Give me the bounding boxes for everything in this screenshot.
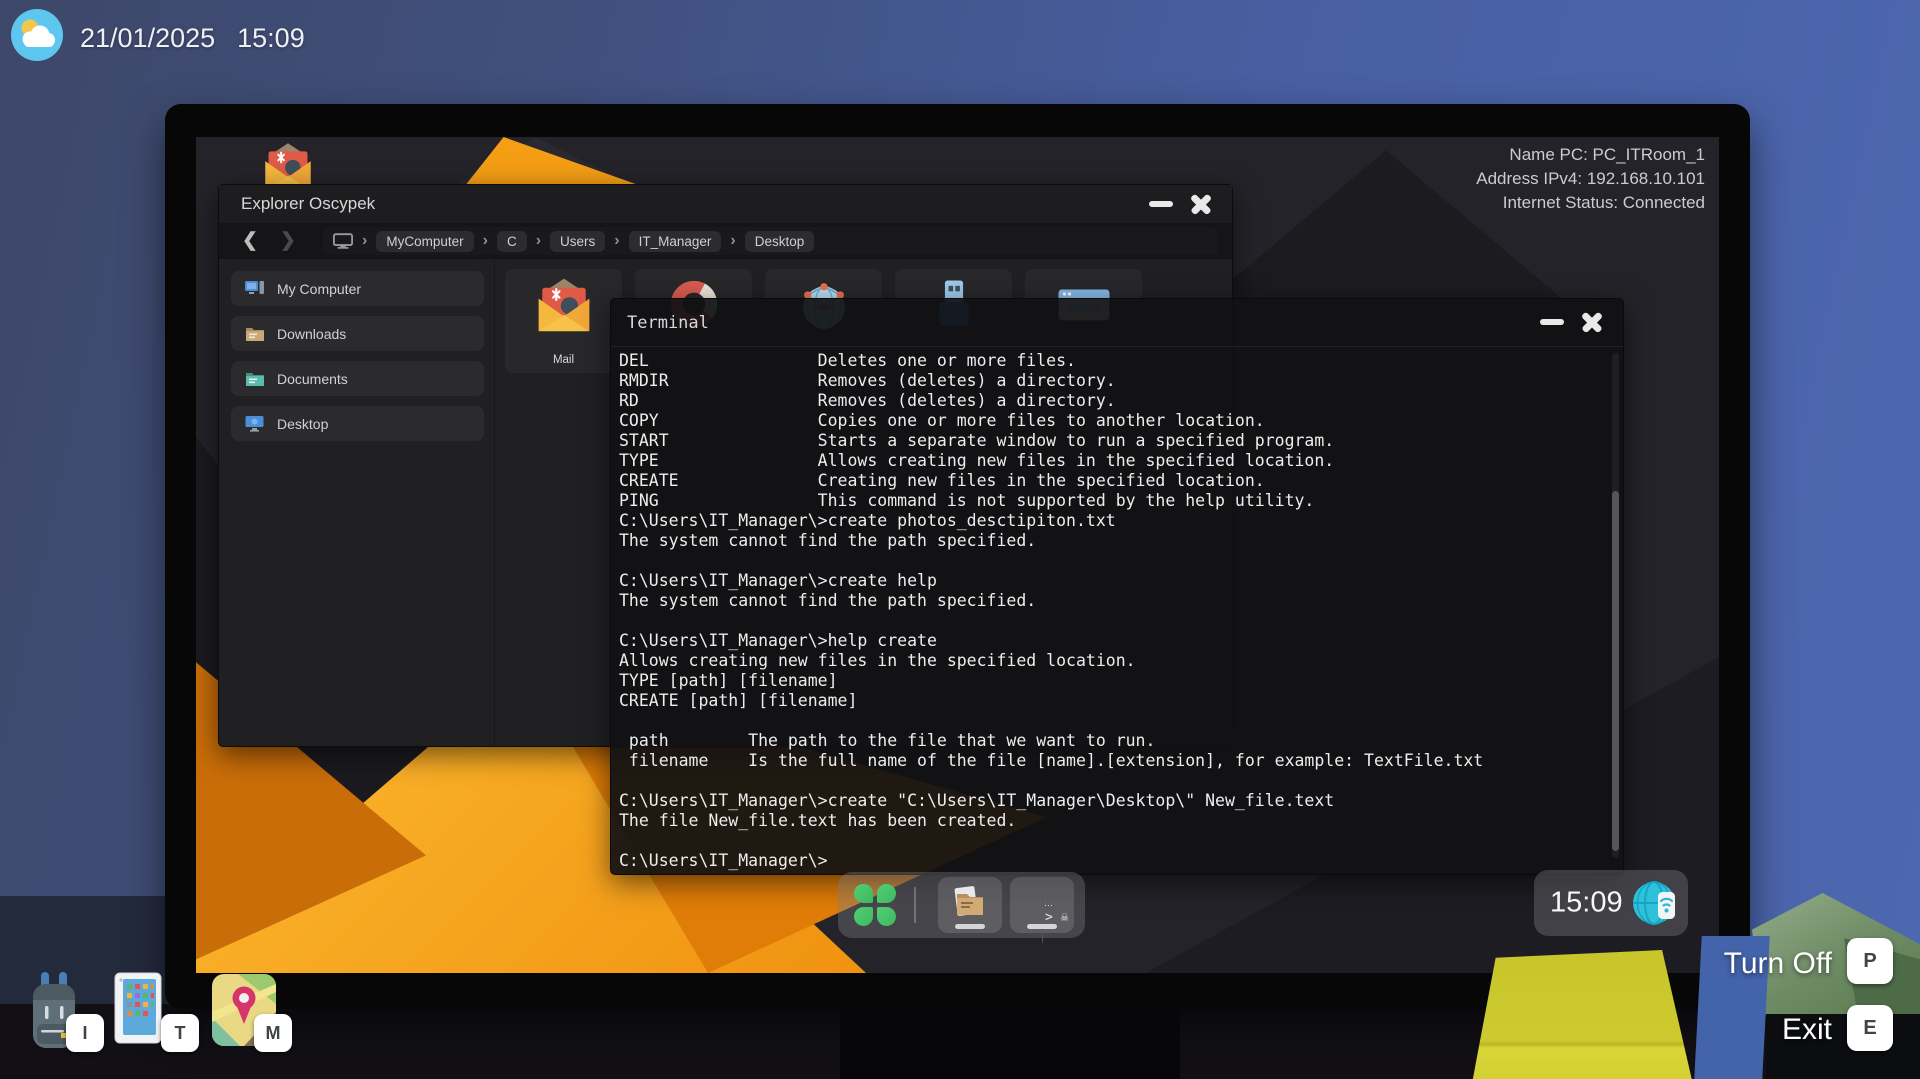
weather-icon	[10, 8, 64, 69]
close-icon	[1579, 309, 1605, 335]
tablet-key-badge[interactable]: T	[161, 1014, 199, 1052]
chevron-right-icon	[362, 232, 367, 250]
tablet-icon[interactable]	[114, 972, 162, 1049]
clover-launcher-icon[interactable]	[854, 884, 896, 926]
computer-icon	[245, 280, 265, 298]
explorer-navbar: MyComputer C Users IT_Manager Desktop	[219, 223, 1232, 259]
turn-off-key-badge[interactable]: P	[1847, 938, 1893, 984]
exit-key-badge[interactable]: E	[1847, 1005, 1893, 1051]
taskbar-explorer-button[interactable]	[938, 877, 1002, 933]
minimize-icon	[1149, 201, 1173, 207]
monitor-icon	[333, 233, 353, 249]
internet-status: Internet Status: Connected	[1476, 191, 1705, 215]
chevron-right-icon	[536, 232, 541, 250]
chevron-right-icon	[730, 232, 735, 250]
terminal-window: Terminal DEL Deletes one or more files. …	[610, 298, 1624, 875]
explorer-title: Explorer Oscypek	[241, 194, 375, 214]
breadcrumb: MyComputer C Users IT_Manager Desktop	[323, 227, 1218, 255]
breadcrumb-item[interactable]: C	[497, 231, 527, 252]
breadcrumb-item[interactable]: IT_Manager	[629, 231, 722, 252]
file-label: Mail	[505, 354, 622, 366]
ipv4-address: Address IPv4: 192.168.10.101	[1476, 167, 1705, 191]
sidebar-item-label: Desktop	[277, 416, 328, 432]
breadcrumb-item[interactable]: Users	[550, 231, 605, 252]
folder-documents-icon	[245, 370, 265, 388]
desktop-monitor-icon	[245, 415, 265, 433]
inventory-key-badge[interactable]: I	[66, 1014, 104, 1052]
taskbar-divider	[914, 887, 916, 923]
chevron-right-icon	[483, 232, 488, 250]
map-key-badge[interactable]: M	[254, 1014, 292, 1052]
breadcrumb-item[interactable]: Desktop	[745, 231, 815, 252]
explorer-titlebar[interactable]: Explorer Oscypek	[219, 185, 1232, 224]
taskbar-clock-panel: 15:09	[1534, 870, 1688, 936]
monitor-stand	[840, 1009, 1180, 1079]
sidebar-item-label: Downloads	[277, 326, 346, 342]
file-mail[interactable]: Mail	[505, 269, 622, 373]
taskbar	[838, 872, 1085, 938]
terminal-titlebar[interactable]: Terminal	[611, 299, 1623, 347]
terminal-scrollbar	[1612, 353, 1619, 858]
forward-icon[interactable]	[275, 227, 301, 253]
time-label: 15:09	[237, 23, 305, 54]
sidebar-item-downloads[interactable]: Downloads	[231, 316, 484, 351]
exit-button[interactable]: Exit	[1782, 1013, 1832, 1047]
wallpaper-orange-facet	[464, 137, 644, 187]
terminal-title: Terminal	[627, 313, 709, 333]
taskbar-terminal-button[interactable]	[1010, 877, 1074, 933]
globe-network-status-icon[interactable]	[1632, 879, 1680, 932]
minimize-button[interactable]	[1537, 307, 1567, 337]
game-scene: Name PC: PC_ITRoom_1 Address IPv4: 192.1…	[0, 0, 1920, 1079]
explorer-sidebar: My Computer Downloads Documents	[219, 259, 495, 746]
sidebar-item-label: Documents	[277, 371, 348, 387]
minimize-icon	[1540, 319, 1564, 325]
system-info: Name PC: PC_ITRoom_1 Address IPv4: 192.1…	[1476, 143, 1705, 215]
mail-icon	[535, 275, 593, 338]
close-button[interactable]	[1577, 307, 1607, 337]
clock: 15:09	[1550, 887, 1623, 920]
open-indicator	[1027, 924, 1057, 929]
desktop-screen: Name PC: PC_ITRoom_1 Address IPv4: 192.1…	[196, 137, 1719, 973]
close-icon	[1188, 191, 1214, 217]
breadcrumb-item[interactable]: MyComputer	[376, 231, 473, 252]
chevron-right-icon	[614, 232, 619, 250]
sidebar-item-desktop[interactable]: Desktop	[231, 406, 484, 441]
date-label: 21/01/2025	[80, 23, 215, 54]
scrollbar-thumb[interactable]	[1612, 491, 1619, 851]
folder-taskbar-icon	[951, 885, 989, 926]
open-indicator	[955, 924, 985, 929]
back-icon[interactable]	[237, 227, 263, 253]
sidebar-item-documents[interactable]: Documents	[231, 361, 484, 396]
datetime-widget: 21/01/2025 15:09	[10, 8, 305, 69]
minimize-button[interactable]	[1146, 189, 1176, 219]
pc-name: Name PC: PC_ITRoom_1	[1476, 143, 1705, 167]
sidebar-item-label: My Computer	[277, 281, 361, 297]
sidebar-item-my-computer[interactable]: My Computer	[231, 271, 484, 306]
close-button[interactable]	[1186, 189, 1216, 219]
turn-off-button[interactable]: Turn Off	[1724, 947, 1832, 981]
terminal-output: DEL Deletes one or more files. RMDIR Rem…	[619, 351, 1483, 871]
terminal-taskbar-icon	[1042, 884, 1106, 943]
folder-downloads-icon	[245, 325, 265, 343]
yellow-note[interactable]	[1466, 950, 1694, 1079]
